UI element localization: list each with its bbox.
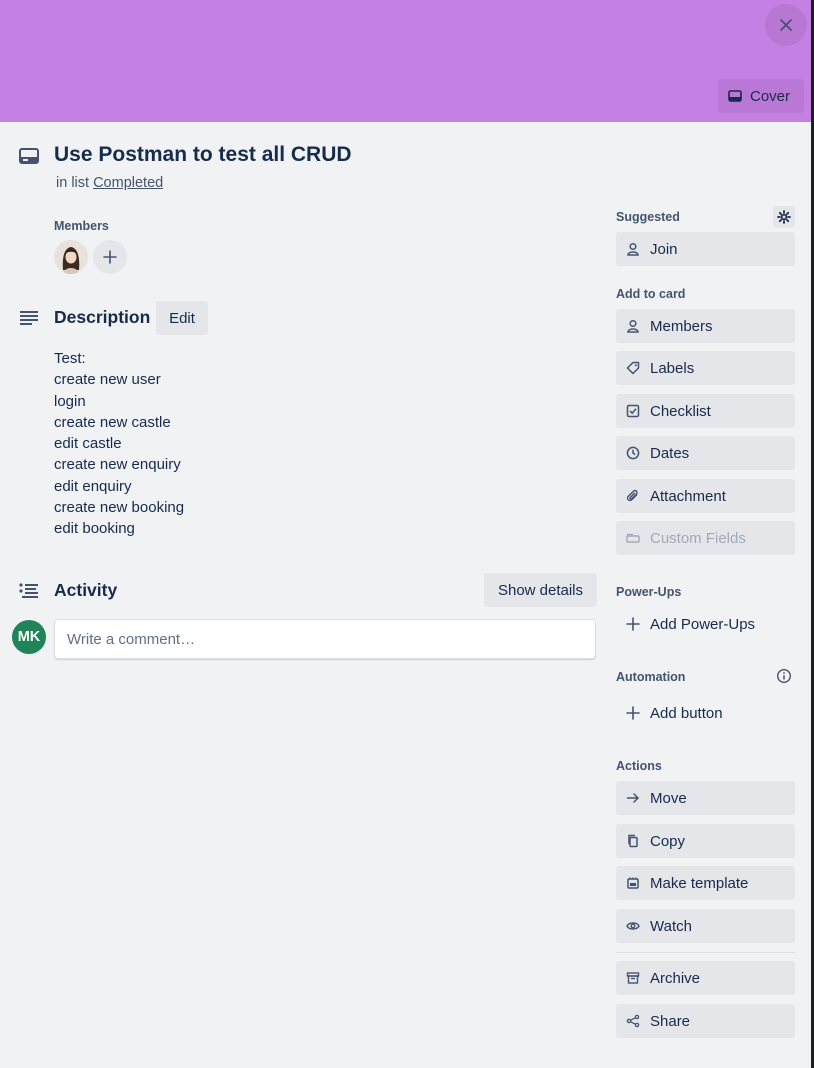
members-label: Members xyxy=(54,219,109,233)
eye-icon xyxy=(626,922,640,930)
automation-label: Automation xyxy=(616,670,686,684)
info-icon xyxy=(776,668,792,684)
add-to-card-label: Add to card xyxy=(616,287,686,301)
archive-button-label: Archive xyxy=(650,969,701,987)
add-powerups-label: Add Power-Ups xyxy=(650,615,756,633)
comment-input[interactable] xyxy=(54,619,596,659)
watch-button[interactable]: Watch xyxy=(616,909,795,943)
description-body[interactable]: Test: create new user login create new c… xyxy=(54,348,184,539)
share-button[interactable]: Share xyxy=(616,1004,795,1038)
member-avatar[interactable] xyxy=(54,240,88,274)
checklist-button-label: Checklist xyxy=(650,402,711,420)
card-icon xyxy=(19,148,39,164)
close-button[interactable] xyxy=(765,4,807,46)
labels-button-label: Labels xyxy=(650,359,695,377)
activity-heading: Activity xyxy=(54,580,118,600)
move-button[interactable]: Move xyxy=(616,781,795,815)
show-details-button[interactable]: Show details xyxy=(484,573,597,607)
share-icon xyxy=(626,1014,640,1028)
custom-fields-icon xyxy=(626,533,640,543)
description-line: edit booking xyxy=(54,520,135,537)
move-button-label: Move xyxy=(650,789,687,807)
card-title[interactable]: Use Postman to test all CRUD xyxy=(54,143,352,167)
actions-divider xyxy=(616,952,795,953)
checklist-button[interactable]: Checklist xyxy=(616,394,795,428)
card-cover xyxy=(0,0,811,122)
automation-info-button[interactable] xyxy=(773,665,795,687)
paperclip-icon xyxy=(626,489,638,502)
custom-fields-button-label: Custom Fields xyxy=(650,529,746,547)
actions-label: Actions xyxy=(616,759,662,773)
copy-icon xyxy=(628,834,638,848)
description-line: create new user xyxy=(54,371,161,389)
edit-description-button[interactable]: Edit xyxy=(156,301,208,335)
description-line: Test: xyxy=(54,350,86,367)
person-icon xyxy=(627,242,639,256)
dates-button[interactable]: Dates xyxy=(616,436,795,470)
labels-button[interactable]: Labels xyxy=(616,351,795,385)
add-powerups-button[interactable]: Add Power-Ups xyxy=(616,607,795,641)
make-template-button[interactable]: Make template xyxy=(616,866,795,900)
plus-icon xyxy=(626,617,640,631)
watch-button-label: Watch xyxy=(650,917,692,935)
copy-button-label: Copy xyxy=(650,832,686,850)
card-cover-icon xyxy=(728,90,742,102)
description-line: create new castle xyxy=(54,413,171,431)
make-template-button-label: Make template xyxy=(650,874,749,892)
add-member-button[interactable] xyxy=(93,240,127,274)
description-heading: Description xyxy=(54,307,151,327)
current-user-avatar[interactable]: MK xyxy=(12,620,46,654)
template-icon xyxy=(627,877,639,889)
description-line: edit enquiry xyxy=(54,477,132,495)
cover-button[interactable]: Cover xyxy=(718,79,804,113)
share-button-label: Share xyxy=(650,1012,691,1030)
join-button[interactable]: Join xyxy=(616,232,795,266)
plus-icon xyxy=(103,250,117,264)
activity-icon xyxy=(19,583,38,598)
clock-icon xyxy=(626,446,640,460)
description-line: login xyxy=(54,392,86,410)
description-line: create new booking xyxy=(54,498,185,516)
plus-icon xyxy=(626,706,640,720)
description-line: edit castle xyxy=(54,435,122,452)
join-label: Join xyxy=(650,240,678,258)
in-list-text: in list Completed xyxy=(56,175,163,191)
card-detail-modal: Cover Use Postman to test all CRUD in li… xyxy=(0,0,811,1068)
archive-icon xyxy=(626,972,640,984)
members-button[interactable]: Members xyxy=(616,309,795,343)
dates-button-label: Dates xyxy=(650,444,690,462)
tag-icon xyxy=(626,361,640,375)
list-link[interactable]: Completed xyxy=(93,175,163,191)
members-button-label: Members xyxy=(650,317,713,335)
gear-icon xyxy=(777,210,791,224)
person-icon xyxy=(627,319,639,333)
close-icon xyxy=(780,19,792,31)
description-line: create new enquiry xyxy=(54,456,181,474)
suggested-settings-button[interactable] xyxy=(773,206,795,228)
attachment-button-label: Attachment xyxy=(650,487,726,505)
powerups-label: Power-Ups xyxy=(616,585,682,599)
attachment-button[interactable]: Attachment xyxy=(616,479,795,513)
add-button-label: Add button xyxy=(650,704,723,722)
in-list-prefix: in list xyxy=(56,175,90,191)
cover-button-label: Cover xyxy=(750,87,791,105)
custom-fields-button[interactable]: Custom Fields xyxy=(616,521,795,555)
arrow-right-icon xyxy=(626,793,639,803)
member-photo-icon xyxy=(54,240,88,274)
description-icon xyxy=(20,311,38,325)
copy-button[interactable]: Copy xyxy=(616,824,795,858)
add-button-button[interactable]: Add button xyxy=(616,696,795,730)
suggested-label: Suggested xyxy=(616,210,680,224)
checkbox-icon xyxy=(626,404,640,418)
archive-button[interactable]: Archive xyxy=(616,961,795,995)
